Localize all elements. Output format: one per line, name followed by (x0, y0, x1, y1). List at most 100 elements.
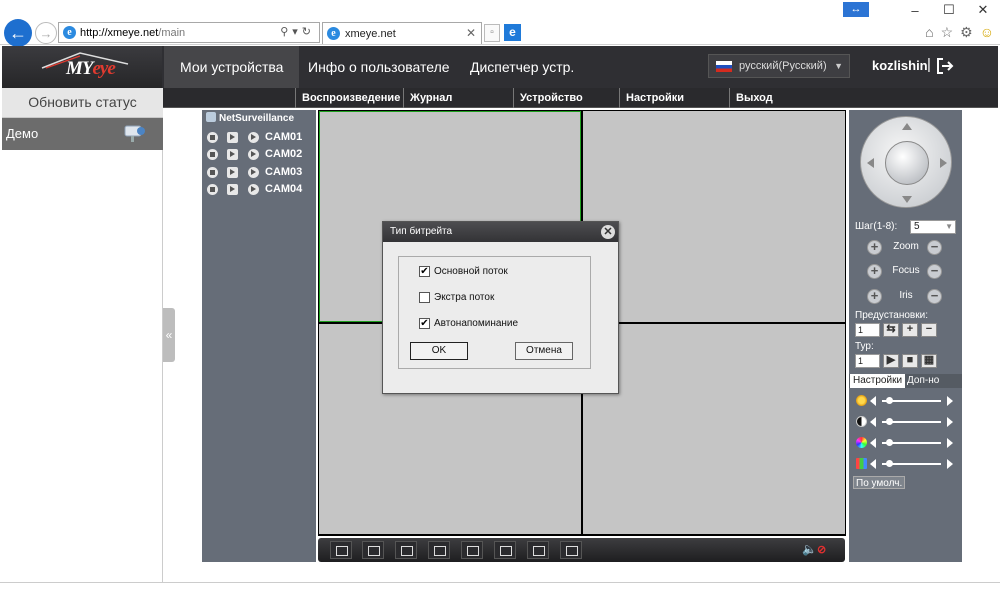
slider-left-icon[interactable] (870, 396, 876, 406)
camera-row[interactable]: CAM03 (207, 166, 315, 181)
refresh-status-button[interactable]: Обновить статус (2, 88, 163, 118)
brightness-slider[interactable] (856, 395, 956, 407)
nav-device-manager[interactable]: Диспетчер устр. (454, 46, 590, 88)
slider-right-icon[interactable] (947, 438, 953, 448)
main-stream-checkbox[interactable]: ✔ (419, 266, 430, 277)
stop-icon[interactable] (207, 184, 218, 195)
video-cell-2[interactable] (583, 111, 845, 322)
sidebar-item-demo[interactable]: Демо (2, 118, 163, 150)
language-select[interactable]: русский(Русский) ▼ (708, 54, 850, 78)
focus-plus-icon[interactable]: + (867, 264, 882, 279)
close-window-icon[interactable]: ✕ (966, 2, 1000, 18)
play-icon[interactable] (227, 132, 238, 143)
auto-remind-checkbox[interactable]: ✔ (419, 318, 430, 329)
address-tools-icon[interactable]: ⚲▾↻ (280, 25, 315, 38)
address-bar[interactable]: e http://xmeye.net/main ⚲▾↻ (58, 22, 320, 43)
menu-device[interactable]: Устройство (513, 88, 619, 108)
single-view-icon[interactable] (362, 541, 384, 559)
close-all-icon[interactable] (560, 541, 582, 559)
slider-left-icon[interactable] (870, 417, 876, 427)
extra-stream-checkbox[interactable] (419, 292, 430, 303)
menu-settings[interactable]: Настройки (619, 88, 729, 108)
stop-icon[interactable] (207, 132, 218, 143)
arrow-left-icon[interactable] (867, 158, 874, 168)
volume-muted-icon[interactable]: 🔈⊘ (802, 542, 826, 556)
smiley-icon[interactable]: ☺ (980, 24, 994, 41)
tour-play-icon[interactable]: ▶ (883, 354, 899, 368)
arrow-down-icon[interactable] (902, 196, 912, 203)
tab-settings[interactable]: Настройки (850, 374, 906, 388)
restore-badge-icon[interactable]: ↔ (843, 2, 869, 17)
tour-stop-icon[interactable]: ■ (902, 354, 918, 368)
slider-right-icon[interactable] (947, 459, 953, 469)
menu-log[interactable]: Журнал (403, 88, 513, 108)
edge-icon[interactable]: e (504, 24, 521, 41)
slider-right-icon[interactable] (947, 396, 953, 406)
slider-knob[interactable] (886, 460, 893, 467)
stop-record-icon[interactable] (461, 541, 483, 559)
home-icon[interactable]: ⌂ (925, 24, 933, 41)
settings-gear-icon[interactable]: ⚙ (960, 24, 973, 41)
hue-slider[interactable] (856, 458, 956, 470)
slider-knob[interactable] (886, 418, 893, 425)
quad-view-icon[interactable] (395, 541, 417, 559)
logout-icon[interactable] (936, 57, 954, 75)
nav-my-devices[interactable]: Мои устройства (164, 46, 300, 88)
back-button[interactable]: ← (4, 19, 32, 47)
preset-input[interactable]: 1 (855, 323, 880, 337)
saturation-slider[interactable] (856, 437, 956, 449)
record-icon[interactable] (428, 541, 450, 559)
tree-root[interactable]: NetSurveillance (206, 112, 294, 124)
camera-row[interactable]: CAM01 (207, 131, 315, 146)
snapshot-icon[interactable] (494, 541, 516, 559)
play-icon[interactable] (227, 167, 238, 178)
new-tab-icon[interactable]: ▫ (484, 24, 500, 42)
collapse-sidebar-icon[interactable]: « (163, 308, 175, 362)
arrow-right-icon[interactable] (940, 158, 947, 168)
fullscreen-icon[interactable] (330, 541, 352, 559)
tour-input[interactable]: 1 (855, 354, 880, 368)
minimize-icon[interactable]: – (898, 3, 932, 18)
open-all-icon[interactable] (527, 541, 549, 559)
video-cell-4[interactable] (583, 324, 845, 534)
preset-goto-icon[interactable]: ⇆ (883, 323, 899, 337)
slider-knob[interactable] (886, 397, 893, 404)
cancel-button[interactable]: Отмена (515, 342, 573, 360)
ok-button[interactable]: OK (410, 342, 468, 360)
ptz-joystick[interactable] (860, 116, 952, 208)
slider-left-icon[interactable] (870, 459, 876, 469)
close-icon[interactable]: ✕ (601, 225, 615, 239)
zoom-in-icon[interactable]: + (867, 240, 882, 255)
tour-grid-icon[interactable]: ▦ (921, 354, 937, 368)
menu-playback[interactable]: Воспроизведение (295, 88, 403, 108)
slider-knob[interactable] (886, 439, 893, 446)
slider-right-icon[interactable] (947, 417, 953, 427)
forward-button[interactable]: → (35, 22, 57, 44)
camera-row[interactable]: CAM02 (207, 148, 315, 163)
play-circle-icon[interactable] (248, 184, 259, 195)
joystick-center[interactable] (885, 141, 929, 185)
preset-add-icon[interactable]: + (902, 323, 918, 337)
menu-exit[interactable]: Выход (729, 88, 829, 108)
preset-remove-icon[interactable]: − (921, 323, 937, 337)
defaults-button[interactable]: По умолч. (853, 476, 906, 489)
play-icon[interactable] (227, 149, 238, 160)
arrow-up-icon[interactable] (902, 123, 912, 130)
stop-icon[interactable] (207, 149, 218, 160)
contrast-slider[interactable] (856, 416, 956, 428)
play-circle-icon[interactable] (248, 167, 259, 178)
focus-minus-icon[interactable]: − (927, 264, 942, 279)
tab-close-icon[interactable]: ✕ (466, 26, 476, 40)
slider-left-icon[interactable] (870, 438, 876, 448)
play-icon[interactable] (227, 184, 238, 195)
zoom-out-icon[interactable]: − (927, 240, 942, 255)
iris-minus-icon[interactable]: − (927, 289, 942, 304)
play-circle-icon[interactable] (248, 132, 259, 143)
favorites-icon[interactable]: ☆ (941, 24, 954, 41)
tab-extra[interactable]: Доп-но (904, 374, 942, 388)
iris-plus-icon[interactable]: + (867, 289, 882, 304)
nav-user-info[interactable]: Инфо о пользователе (292, 46, 466, 88)
play-circle-icon[interactable] (248, 149, 259, 160)
step-select[interactable]: 5 ▼ (910, 220, 956, 234)
stop-icon[interactable] (207, 167, 218, 178)
